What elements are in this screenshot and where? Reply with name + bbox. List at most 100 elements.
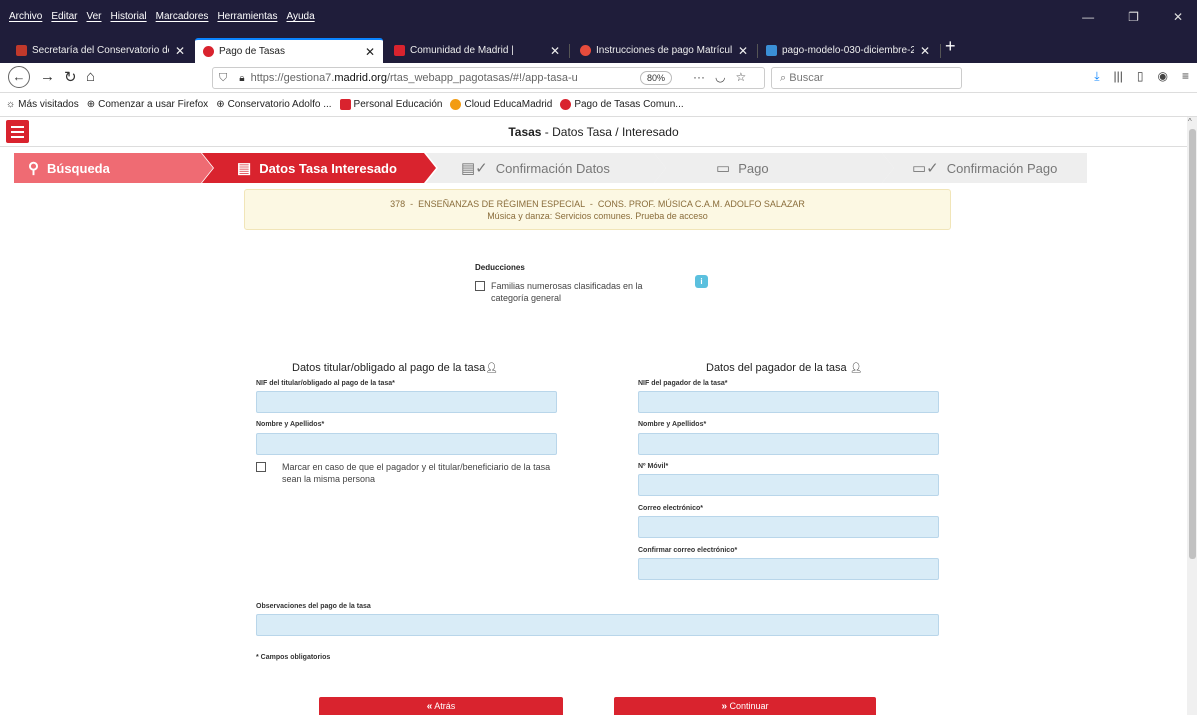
- same-person-checkbox[interactable]: [256, 462, 266, 472]
- url-domain: madrid.org: [334, 72, 387, 84]
- titular-nif-label: NIF del titular/obligado al pago de la t…: [256, 380, 395, 387]
- titular-nombre-label: Nombre y Apellidos*: [256, 421, 325, 428]
- step-datos-tasa[interactable]: ▤ Datos Tasa Interesado: [202, 153, 438, 183]
- continue-button[interactable]: » Continuar: [614, 697, 876, 715]
- account-icon[interactable]: ◉: [1158, 69, 1168, 84]
- library-icon[interactable]: |||: [1114, 69, 1123, 84]
- page-title: Tasas - Datos Tasa / Interesado: [508, 125, 679, 139]
- menu-herramientas[interactable]: Herramientas: [217, 11, 277, 22]
- home-button[interactable]: ⌂: [86, 68, 95, 85]
- sidebar-icon[interactable]: ▯: [1137, 69, 1144, 84]
- lock-icon: 🔒︎: [239, 72, 245, 84]
- tab-instrucciones[interactable]: Instrucciones de pago Matrícul ✕: [572, 38, 756, 63]
- bookmark-pago-tasas[interactable]: Pago de Tasas Comun...: [560, 99, 684, 110]
- url-path: /rtas_webapp_pagotasas/#!/app-tasa-u: [386, 72, 578, 84]
- tasa-info-box: 378 - ENSEÑANZAS DE RÉGIMEN ESPECIAL - C…: [244, 189, 951, 230]
- pagador-movil-label: Nº Móvil*: [638, 463, 669, 470]
- scroll-up-icon[interactable]: ^: [1188, 117, 1192, 126]
- pagador-section-title: Datos del pagador de la tasa 👤︎: [706, 362, 863, 374]
- user-icon: 👤︎: [849, 363, 863, 374]
- new-tab-button[interactable]: +: [945, 36, 956, 57]
- page-content: Tasas - Datos Tasa / Interesado ⚲ Búsque…: [0, 117, 1187, 715]
- gear-icon: ☼: [6, 99, 16, 110]
- minimize-button[interactable]: —: [1082, 10, 1094, 24]
- pocket-icon[interactable]: ◡: [715, 70, 725, 84]
- page-actions-icon[interactable]: ···: [693, 70, 705, 84]
- close-tab-icon[interactable]: ✕: [365, 45, 375, 59]
- bookmark-personal-educacion[interactable]: Personal Educación: [339, 99, 442, 110]
- menu-editar[interactable]: Editar: [51, 11, 77, 22]
- maximize-button[interactable]: ❐: [1128, 10, 1139, 24]
- search-icon: ⌕: [780, 72, 787, 84]
- url-bar[interactable]: ⛉ 🔒︎ https://gestiona7. madrid.org/rtas_w…: [212, 67, 765, 89]
- credit-card-check-icon: ▭✓: [912, 160, 939, 177]
- id-card-icon: ▤: [237, 160, 252, 177]
- pagador-nif-input[interactable]: [638, 391, 939, 413]
- tab-favicon-icon: [766, 45, 777, 56]
- bookmark-star-icon[interactable]: ☆: [735, 70, 746, 84]
- familia-numerosa-option[interactable]: Familias numerosas clasificadas en la ca…: [475, 280, 665, 304]
- menu-ayuda[interactable]: Ayuda: [286, 11, 314, 22]
- pagador-correo-input[interactable]: [638, 516, 939, 538]
- menu-archivo[interactable]: Archivo: [9, 11, 42, 22]
- zoom-indicator[interactable]: 80%: [640, 71, 673, 85]
- observaciones-input[interactable]: [256, 614, 939, 636]
- familia-numerosa-checkbox[interactable]: [475, 281, 485, 291]
- double-chevron-left-icon: «: [426, 701, 433, 712]
- bookmarks-bar: ☼ Más visitados ⊕ Comenzar a usar Firefox …: [0, 93, 1197, 117]
- tab-secretaria[interactable]: Secretaría del Conservatorio de ✕: [8, 38, 193, 63]
- menu-bar: Archivo Editar Ver Historial Marcadores …: [0, 0, 1197, 35]
- step-busqueda[interactable]: ⚲ Búsqueda: [14, 153, 213, 183]
- step-pago[interactable]: ▭ Pago: [654, 153, 894, 183]
- step-confirmacion-datos[interactable]: ▤✓ Confirmación Datos: [426, 153, 666, 183]
- close-tab-icon[interactable]: ✕: [920, 44, 930, 58]
- pagador-confirmar-correo-label: Confirmar correo electrónico*: [638, 547, 738, 554]
- download-icon[interactable]: ⤓: [1094, 69, 1099, 84]
- double-chevron-right-icon: »: [721, 701, 727, 712]
- close-tab-icon[interactable]: ✕: [550, 44, 560, 58]
- search-icon: ⚲: [28, 160, 39, 177]
- menu-marcadores[interactable]: Marcadores: [156, 11, 209, 22]
- bookmark-cloud-educamadrid[interactable]: Cloud EducaMadrid: [450, 99, 552, 110]
- url-prefix: https://gestiona7.: [250, 72, 335, 84]
- cloud-icon: [450, 99, 462, 110]
- bookmark-conservatorio[interactable]: ⊕ Conservatorio Adolfo ...: [216, 99, 331, 110]
- pagador-nombre-input[interactable]: [638, 433, 939, 455]
- madrid-icon: [339, 99, 351, 110]
- titular-nif-input[interactable]: [256, 391, 557, 413]
- tab-favicon-icon: [203, 46, 214, 57]
- deducciones-section: Deducciones Familias numerosas clasifica…: [475, 263, 708, 304]
- tab-pago-tasas[interactable]: Pago de Tasas ✕: [195, 38, 383, 63]
- pagador-confirmar-correo-input[interactable]: [638, 558, 939, 580]
- menu-ver[interactable]: Ver: [86, 11, 101, 22]
- scrollbar-thumb[interactable]: [1189, 129, 1196, 559]
- bookmark-mas-visitados[interactable]: ☼ Más visitados: [6, 99, 79, 110]
- close-tab-icon[interactable]: ✕: [738, 44, 748, 58]
- observaciones-label: Observaciones del pago de la tasa: [256, 603, 371, 610]
- pagador-movil-input[interactable]: [638, 474, 939, 496]
- back-button[interactable]: ←: [8, 66, 30, 88]
- tab-comunidad-madrid[interactable]: Comunidad de Madrid | ✕: [386, 38, 568, 63]
- forward-button[interactable]: →: [40, 68, 55, 85]
- close-tab-icon[interactable]: ✕: [175, 44, 185, 58]
- reload-button[interactable]: ↻: [64, 68, 77, 86]
- same-person-option[interactable]: Marcar en caso de que el pagador y el ti…: [256, 461, 556, 485]
- credit-card-icon: ▭: [716, 160, 731, 177]
- progress-stepper: ⚲ Búsqueda ▤ Datos Tasa Interesado ▤✓ Co…: [14, 153, 1087, 183]
- tab-pago-modelo[interactable]: pago-modelo-030-diciembre-2 ✕: [758, 38, 938, 63]
- tab-favicon-icon: [394, 45, 405, 56]
- pagador-nombre-label: Nombre y Apellidos*: [638, 421, 707, 428]
- page-scrollbar[interactable]: ^: [1187, 117, 1197, 715]
- tab-favicon-icon: [16, 45, 27, 56]
- menu-historial[interactable]: Historial: [111, 11, 147, 22]
- close-window-button[interactable]: ✕: [1173, 10, 1183, 24]
- back-form-button[interactable]: « Atrás: [319, 697, 563, 715]
- bookmark-comenzar-firefox[interactable]: ⊕ Comenzar a usar Firefox: [87, 99, 208, 110]
- search-input[interactable]: ⌕ Buscar: [771, 67, 962, 89]
- app-header: Tasas - Datos Tasa / Interesado: [0, 117, 1187, 147]
- info-icon[interactable]: i: [695, 275, 708, 288]
- menu-icon[interactable]: ≡: [1182, 69, 1189, 84]
- tab-strip: Secretaría del Conservatorio de ✕ Pago d…: [0, 35, 1197, 63]
- titular-nombre-input[interactable]: [256, 433, 557, 455]
- step-confirmacion-pago[interactable]: ▭✓ Confirmación Pago: [882, 153, 1087, 183]
